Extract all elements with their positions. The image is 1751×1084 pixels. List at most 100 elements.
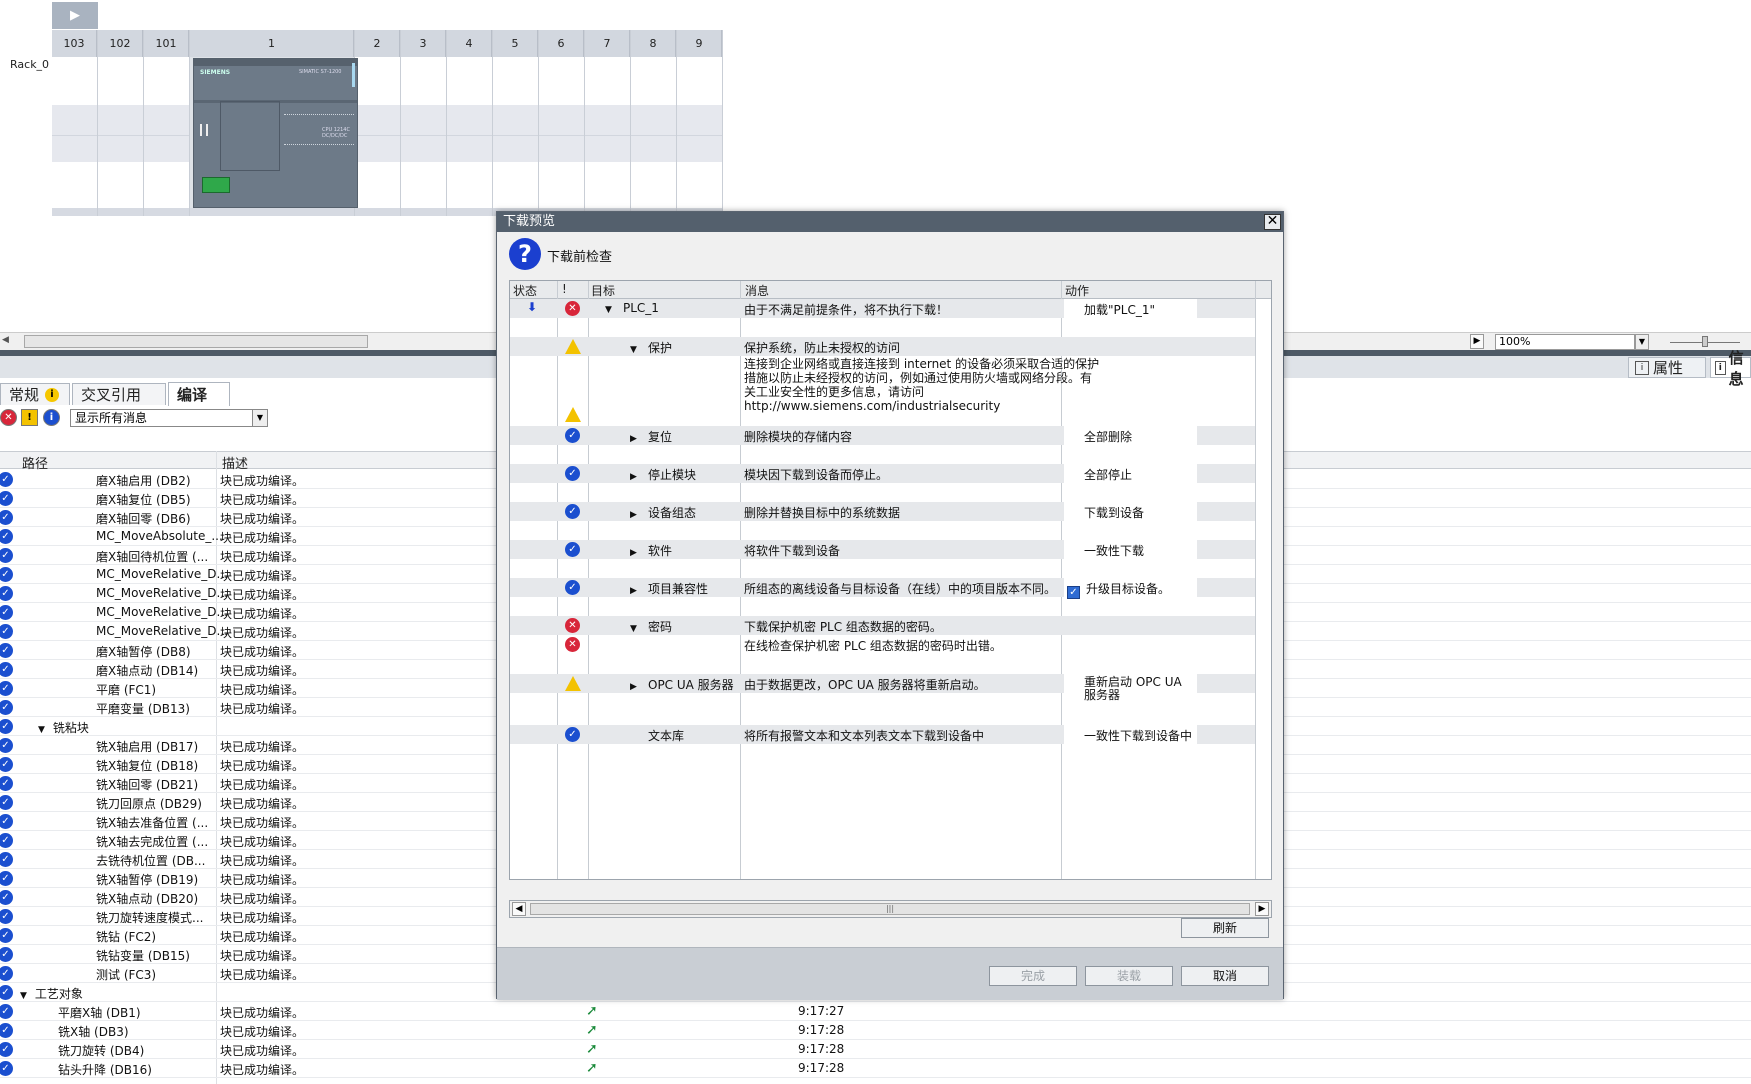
list-item[interactable]: ✓ 钻头升降 (DB16) 块已成功编译。 ➚ 9:17:28 — [0, 1059, 1751, 1078]
chevron-down-icon[interactable]: ▼ — [1635, 334, 1649, 350]
expand-triangle-icon[interactable]: ▶ — [630, 510, 648, 520]
expand-triangle-icon[interactable]: ▶ — [630, 434, 648, 444]
close-icon[interactable]: ✕ — [1264, 214, 1281, 230]
list-item[interactable]: ✓ 平磨X轴 (DB1) 块已成功编译。 ➚ 9:17:27 — [0, 1002, 1751, 1021]
check-row[interactable]: ✕ ▼ 密码 下载保护机密 PLC 组态数据的密码。 — [510, 616, 1255, 635]
check-action[interactable]: 一致性下载 — [1064, 540, 1197, 559]
scroll-left-icon[interactable]: ◀ — [2, 335, 9, 345]
cancel-button[interactable]: 取消 — [1181, 966, 1269, 986]
error-filter-icon[interactable]: ✕ — [0, 409, 17, 426]
tab-compile[interactable]: 编译 — [168, 382, 230, 406]
collapse-triangle-icon[interactable]: ▼ — [38, 725, 45, 735]
checkbox-icon[interactable]: ✓ — [1067, 586, 1080, 599]
expand-triangle-icon[interactable]: ▶ — [630, 472, 648, 482]
scroll-thumb[interactable]: ||| — [530, 903, 1250, 915]
check-action[interactable]: 全部停止 — [1064, 464, 1197, 483]
rack-slot[interactable]: 4 — [447, 30, 493, 216]
rack-play-button[interactable]: ▶ — [52, 2, 98, 29]
path-text: 磨X轴点动 (DB14) — [96, 664, 199, 678]
goto-arrow-icon[interactable]: ➚ — [586, 1003, 598, 1019]
chevron-down-icon[interactable]: ▼ — [252, 410, 267, 426]
message-filter-select[interactable]: 显示所有消息 — [70, 409, 268, 427]
collapse-triangle-icon[interactable]: ▼ — [605, 305, 623, 315]
rack-slot[interactable]: 5 — [493, 30, 539, 216]
check-row[interactable]: ✓ ▶ 停止模块 模块因下载到设备而停止。 全部停止 — [510, 464, 1255, 483]
scroll-left-icon[interactable]: ◀ — [512, 902, 526, 916]
rack-slot[interactable]: 3 — [401, 30, 447, 216]
finish-button[interactable]: 完成 — [989, 966, 1077, 986]
security-link[interactable]: http://www.siemens.com/industrialsecurit… — [744, 399, 1000, 413]
tab-properties[interactable]: i 属性 — [1628, 357, 1706, 378]
list-item-path: 磨X轴启用 (DB2) — [96, 472, 191, 489]
rack-slot[interactable]: 2 — [355, 30, 401, 216]
grid-horizontal-scrollbar[interactable]: ◀ ||| ▶ — [509, 900, 1272, 918]
warning-filter-icon[interactable]: ! — [21, 409, 38, 426]
rack-slot[interactable]: 6 — [539, 30, 585, 216]
check-action[interactable]: 全部删除 — [1064, 426, 1197, 445]
slot-number: 6 — [539, 30, 584, 57]
zoom-slider-handle[interactable] — [1702, 336, 1708, 347]
goto-arrow-icon[interactable]: ➚ — [586, 1060, 598, 1076]
zoom-select[interactable]: 100% — [1495, 334, 1635, 350]
tab-general[interactable]: 常规 i — [0, 383, 70, 405]
check-row[interactable]: ✕ 在线检查保护机密 PLC 组态数据的密码时出错。 — [510, 635, 1255, 654]
scroll-right-icon[interactable]: ▶ — [1470, 334, 1484, 349]
list-item-path: MC_MoveRelative_D... — [96, 624, 228, 638]
rack-horizontal-scrollbar[interactable]: ◀ — [0, 332, 497, 350]
check-target: ▶ 软件 — [630, 542, 672, 559]
list-item-description: 块已成功编译。 — [220, 493, 305, 507]
goto-arrow-icon[interactable]: ➚ — [586, 1041, 598, 1057]
info-icon: i — [1715, 360, 1726, 375]
check-row[interactable]: ✓ ▶ 复位 删除模块的存储内容 全部删除 — [510, 426, 1255, 445]
list-item-description: 块已成功编译。 — [220, 645, 305, 659]
check-action-text: 下载到设备 — [1084, 506, 1145, 520]
list-item[interactable]: ✓ 铣刀旋转 (DB4) 块已成功编译。 ➚ 9:17:28 — [0, 1040, 1751, 1059]
column-message[interactable]: 消息 — [745, 282, 769, 299]
list-item[interactable]: ✓ 铣X轴 (DB3) 块已成功编译。 ➚ 9:17:28 — [0, 1021, 1751, 1040]
check-action[interactable]: ✓ 升级目标设备。 — [1064, 578, 1197, 599]
info-filter-icon[interactable]: i — [43, 409, 60, 426]
scroll-right-icon[interactable]: ▶ — [1255, 902, 1269, 916]
cpu-brand: SIEMENS — [200, 69, 231, 76]
check-target-text: 项目兼容性 — [648, 582, 709, 596]
expand-triangle-icon[interactable]: ▶ — [630, 586, 648, 596]
check-action[interactable]: 重新启动 OPC UA 服务器 — [1064, 674, 1197, 706]
goto-arrow-icon[interactable]: ➚ — [586, 1022, 598, 1038]
success-check-icon: ✓ — [0, 757, 13, 772]
cpu-front-panel — [220, 101, 280, 171]
list-item-path: 铣刀旋转 (DB4) — [58, 1042, 144, 1059]
rack-slot[interactable]: 8 — [631, 30, 677, 216]
check-row[interactable]: ⬇ ✕ ▼ PLC_1 由于不满足前提条件，将不执行下载！ 加载"PLC_1" — [510, 299, 1255, 318]
rack-slot[interactable]: 9 — [677, 30, 723, 216]
rack-slot[interactable]: 7 — [585, 30, 631, 216]
rack-slot[interactable]: 102 — [98, 30, 144, 216]
rack-slot[interactable]: 101 — [144, 30, 190, 216]
check-row[interactable]: ✓ ▶ 设备组态 删除并替换目标中的系统数据 下载到设备 — [510, 502, 1255, 521]
check-action[interactable]: 一致性下载到设备中 — [1064, 725, 1197, 744]
check-action[interactable]: 下载到设备 — [1064, 502, 1197, 521]
check-row[interactable]: ▼ 保护 保护系统，防止未授权的访问 — [510, 337, 1255, 356]
load-button[interactable]: 装载 — [1085, 966, 1173, 986]
expand-triangle-icon[interactable]: ▶ — [630, 548, 648, 558]
check-row[interactable]: ✓ ▶ 项目兼容性 所组态的离线设备与目标设备（在线）中的项目版本不同。 ✓ 升级目标设备… — [510, 578, 1255, 599]
check-row[interactable]: ✓ 文本库 将所有报警文本和文本列表文本下载到设备中 一致性下载到设备中 — [510, 725, 1255, 744]
collapse-triangle-icon[interactable]: ▼ — [630, 345, 648, 355]
expand-triangle-icon[interactable]: ▶ — [630, 682, 648, 692]
column-status[interactable]: 状态 — [513, 282, 537, 299]
check-action[interactable]: 加载"PLC_1" — [1064, 299, 1197, 318]
rack-slot[interactable]: 103 — [52, 30, 98, 216]
collapse-triangle-icon[interactable]: ▼ — [20, 991, 27, 1001]
refresh-button[interactable]: 刷新 — [1181, 918, 1269, 938]
column-target[interactable]: 目标 — [591, 282, 615, 299]
column-exclamation[interactable]: ! — [562, 282, 567, 296]
check-row[interactable]: ✓ ▶ 软件 将软件下载到设备 一致性下载 — [510, 540, 1255, 559]
scroll-thumb[interactable] — [24, 335, 368, 348]
path-text: 磨X轴暂停 (DB8) — [96, 645, 191, 659]
collapse-triangle-icon[interactable]: ▼ — [630, 624, 648, 634]
check-row[interactable]: ▶ OPC UA 服务器 由于数据更改，OPC UA 服务器将重新启动。 重新启动 O… — [510, 674, 1255, 706]
tab-info[interactable]: i 信息 — [1710, 349, 1751, 388]
tab-cross-reference[interactable]: 交叉引用 — [72, 383, 166, 405]
list-item-time: 9:17:28 — [798, 1023, 845, 1037]
cpu-module[interactable]: SIEMENS SIMATIC S7-1200 CPU 1214C DC/DC/… — [193, 58, 358, 208]
column-action[interactable]: 动作 — [1065, 282, 1089, 299]
